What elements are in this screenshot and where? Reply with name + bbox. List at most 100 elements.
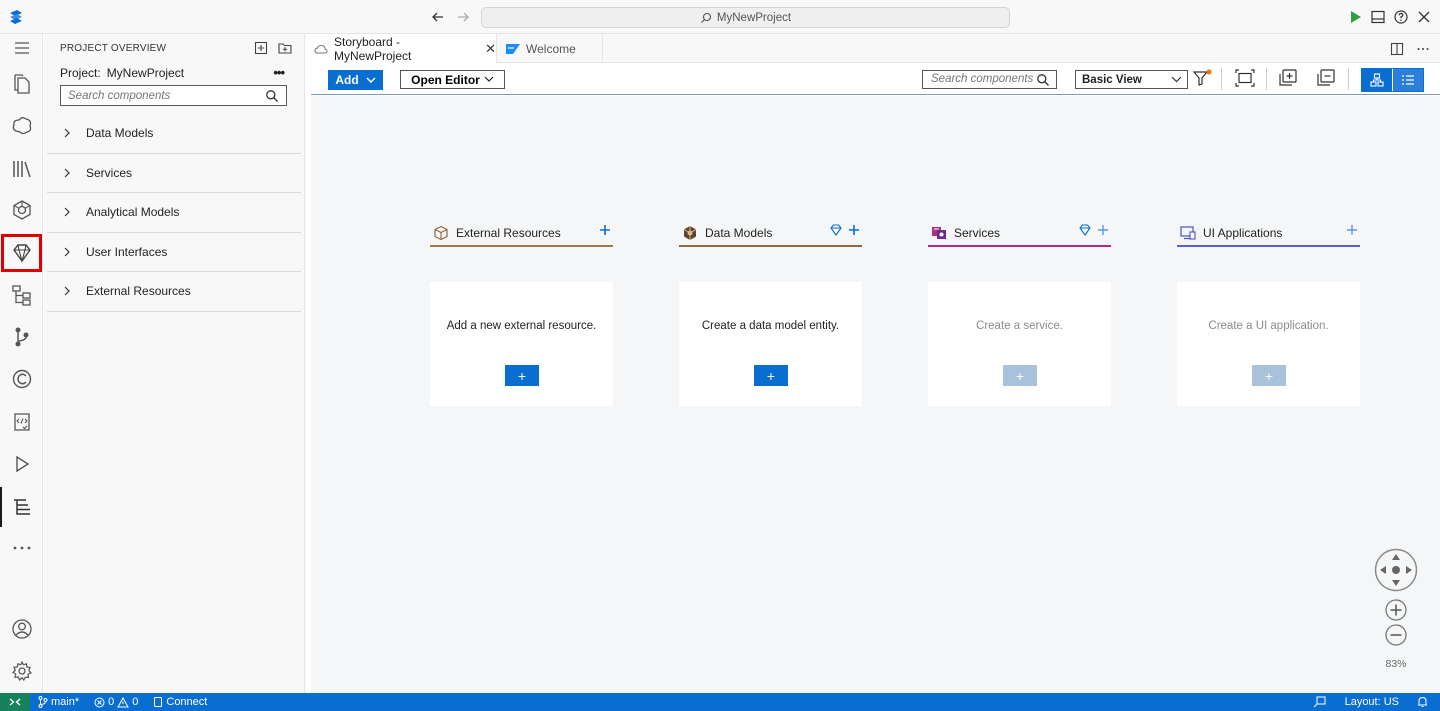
filter-icon[interactable] bbox=[1193, 69, 1213, 87]
more-icon[interactable] bbox=[0, 528, 43, 568]
list-view-toggle[interactable] bbox=[1392, 69, 1423, 91]
copyright-icon[interactable] bbox=[0, 359, 43, 399]
tab-close-icon[interactable]: ✕ bbox=[485, 41, 496, 57]
tab-storyboard[interactable]: Storyboard - MyNewProject ✕ bbox=[306, 34, 497, 63]
tree-item-label: Data Models bbox=[86, 126, 154, 141]
remote-indicator[interactable] bbox=[0, 693, 30, 711]
window-close-icon[interactable] bbox=[1416, 9, 1432, 25]
forward-arrow-icon[interactable] bbox=[455, 9, 471, 25]
editor-more-icon[interactable] bbox=[1416, 42, 1430, 56]
zoom-out-icon[interactable] bbox=[1385, 624, 1407, 646]
search-icon[interactable] bbox=[1036, 73, 1050, 87]
tree-item-services[interactable]: Services bbox=[47, 154, 301, 193]
tab-welcome[interactable]: Welcome bbox=[498, 34, 603, 63]
error-count: 0 bbox=[108, 696, 115, 708]
sidebar-search-field[interactable] bbox=[60, 85, 287, 106]
toggle-panel-icon[interactable] bbox=[1370, 9, 1386, 25]
connect-label: Connect bbox=[166, 696, 208, 708]
split-editor-icon[interactable] bbox=[1390, 42, 1404, 56]
data-model-icon bbox=[682, 225, 698, 241]
tree-item-user-interfaces[interactable]: User Interfaces bbox=[47, 233, 301, 272]
title-bar: MyNewProject bbox=[0, 0, 1440, 34]
graph-view-toggle[interactable] bbox=[1362, 69, 1393, 91]
tab-label: Storyboard - MyNewProject bbox=[334, 34, 412, 63]
chevron-down-icon bbox=[366, 76, 376, 84]
search-icon[interactable] bbox=[265, 89, 279, 103]
view-select[interactable]: Basic View bbox=[1075, 70, 1188, 89]
menu-icon[interactable] bbox=[0, 28, 43, 68]
add-ui-application-button[interactable]: + bbox=[1252, 365, 1286, 386]
connect-status[interactable]: Connect bbox=[153, 696, 207, 708]
command-center-text: MyNewProject bbox=[716, 11, 792, 24]
empty-card: Add a new external resource. + bbox=[430, 282, 613, 406]
help-icon[interactable] bbox=[1393, 9, 1409, 25]
tree-item-data-models[interactable]: Data Models bbox=[47, 114, 301, 154]
library-icon[interactable] bbox=[0, 149, 43, 189]
zoom-level: 83% bbox=[1385, 658, 1407, 670]
expand-all-icon[interactable] bbox=[1278, 69, 1298, 87]
graph-view-icon bbox=[1370, 73, 1384, 87]
tree-item-analytical-models[interactable]: Analytical Models bbox=[47, 193, 301, 233]
bell-icon bbox=[1417, 696, 1428, 708]
ui-application-icon bbox=[1180, 225, 1196, 241]
branch-status[interactable]: main* bbox=[38, 696, 79, 708]
command-center-search[interactable]: MyNewProject bbox=[481, 7, 1010, 28]
column-external-resources: External Resources Add a new external re… bbox=[430, 220, 613, 406]
ai-diamond-icon[interactable] bbox=[1079, 224, 1091, 236]
keyboard-layout-status[interactable]: Layout: US bbox=[1345, 696, 1399, 708]
explorer-icon[interactable] bbox=[0, 64, 43, 104]
outline-icon[interactable] bbox=[0, 487, 43, 527]
service-icon bbox=[931, 225, 947, 241]
git-branch-icon bbox=[38, 696, 48, 708]
back-arrow-icon[interactable] bbox=[430, 9, 446, 25]
view-mode-toggle bbox=[1361, 68, 1424, 92]
feedback-status[interactable] bbox=[1313, 696, 1327, 708]
column-underline bbox=[928, 245, 1111, 247]
zoom-in-icon[interactable] bbox=[1385, 599, 1407, 621]
tree-item-label: User Interfaces bbox=[86, 244, 168, 259]
add-data-model-icon[interactable] bbox=[848, 224, 860, 236]
source-control-icon[interactable] bbox=[0, 317, 43, 357]
add-external-resource-icon[interactable] bbox=[599, 224, 611, 236]
hierarchy-icon[interactable] bbox=[0, 275, 43, 315]
column-header: UI Applications bbox=[1177, 220, 1360, 245]
empty-card: Create a service. + bbox=[928, 282, 1111, 406]
column-underline bbox=[430, 245, 613, 247]
add-external-resource-button[interactable]: + bbox=[505, 365, 539, 386]
toolbar-search-input[interactable] bbox=[931, 73, 1036, 85]
activity-bar bbox=[0, 34, 43, 693]
add-service-icon[interactable] bbox=[1097, 224, 1109, 236]
new-item-icon[interactable] bbox=[254, 41, 268, 55]
add-service-button[interactable]: + bbox=[1003, 365, 1037, 386]
account-icon[interactable] bbox=[0, 609, 43, 649]
ai-diamond-icon[interactable] bbox=[830, 224, 842, 236]
project-name-row: Project: MyNewProject bbox=[60, 66, 184, 80]
add-button[interactable]: Add bbox=[328, 70, 383, 90]
collapse-all-icon[interactable] bbox=[1316, 69, 1336, 87]
chevron-right-icon bbox=[62, 167, 74, 179]
fit-to-screen-icon[interactable] bbox=[1235, 69, 1255, 87]
add-ui-application-icon[interactable] bbox=[1346, 224, 1358, 236]
problems-status[interactable]: 0 0 bbox=[94, 696, 138, 708]
search-icon bbox=[700, 12, 712, 24]
pan-navigation-icon[interactable] bbox=[1374, 548, 1418, 592]
storyboard-icon[interactable] bbox=[0, 233, 43, 273]
toolbar-search-field[interactable] bbox=[922, 70, 1057, 89]
extensions-icon[interactable] bbox=[0, 190, 43, 230]
code-check-icon[interactable] bbox=[0, 402, 43, 442]
view-select-value: Basic View bbox=[1082, 73, 1142, 86]
tree-item-external-resources[interactable]: External Resources bbox=[47, 272, 301, 312]
add-data-model-button[interactable]: + bbox=[754, 365, 788, 386]
settings-gear-icon[interactable] bbox=[0, 651, 43, 691]
run-icon[interactable] bbox=[1347, 9, 1363, 25]
open-editor-button[interactable]: Open Editor bbox=[400, 70, 505, 89]
cloud-foundry-icon[interactable] bbox=[0, 106, 43, 146]
column-underline bbox=[679, 245, 862, 247]
run-debug-icon[interactable] bbox=[0, 444, 43, 484]
sidebar-search-input[interactable] bbox=[68, 89, 258, 102]
more-actions-button[interactable]: ••• bbox=[273, 65, 285, 80]
column-header: Services bbox=[928, 220, 1111, 245]
chevron-right-icon bbox=[62, 285, 74, 297]
notifications-status[interactable] bbox=[1417, 696, 1428, 708]
new-folder-icon[interactable] bbox=[278, 41, 292, 55]
